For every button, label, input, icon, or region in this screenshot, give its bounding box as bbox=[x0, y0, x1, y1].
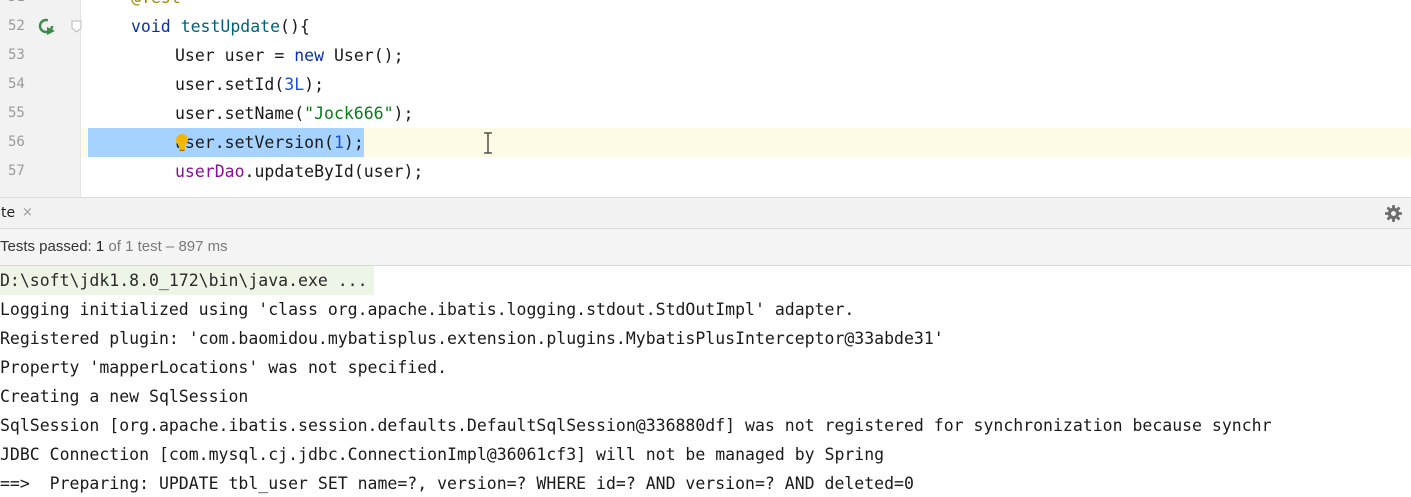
line-number: 55 bbox=[8, 105, 25, 121]
status-rest: of 1 test – 897 ms bbox=[104, 238, 228, 255]
line-number: 56 bbox=[8, 134, 25, 150]
test-status-bar: Tests passed: 1 of 1 test – 897 ms bbox=[0, 229, 1411, 266]
intention-bulb-icon[interactable] bbox=[175, 133, 189, 153]
code-line[interactable]: User user = new User(); bbox=[81, 41, 1411, 70]
code-editor[interactable]: 51 52 53 54 55 56 57 @Test bbox=[0, 0, 1411, 197]
line-number: 51 bbox=[8, 0, 25, 12]
code-text: void testUpdate(){ bbox=[131, 17, 310, 36]
gutter-line: 55 bbox=[0, 99, 80, 128]
console-line: Logging initialized using 'class org.apa… bbox=[0, 300, 855, 319]
code-line-selected[interactable]: user.setVersion(1); bbox=[81, 128, 1411, 157]
gutter-line: 53 bbox=[0, 41, 80, 70]
code-text: User user = new User(); bbox=[175, 46, 404, 65]
console-output[interactable]: D:\soft\jdk1.8.0_172\bin\java.exe ... Lo… bbox=[0, 266, 1411, 497]
code-text: userDao.updateById(user); bbox=[175, 162, 424, 181]
line-number: 53 bbox=[8, 47, 25, 63]
run-tool-window-header: te × bbox=[0, 197, 1411, 229]
selected-code-text: user.setVersion(1); bbox=[88, 128, 364, 157]
run-test-icon[interactable] bbox=[38, 18, 56, 36]
code-line[interactable]: @Test bbox=[81, 0, 1411, 12]
test-status: Tests passed: 1 of 1 test – 897 ms bbox=[0, 229, 228, 264]
close-icon[interactable]: × bbox=[22, 198, 33, 228]
gear-icon[interactable] bbox=[1384, 204, 1403, 223]
code-line[interactable]: void testUpdate(){ bbox=[81, 12, 1411, 41]
gutter-line: 54 bbox=[0, 70, 80, 99]
console-line: ==> Preparing: UPDATE tbl_user SET name=… bbox=[0, 474, 914, 493]
run-tab[interactable]: te bbox=[0, 198, 15, 229]
gutter-line: 57 bbox=[0, 157, 80, 186]
code-line[interactable]: user.setId(3L); bbox=[81, 70, 1411, 99]
line-number: 54 bbox=[8, 76, 25, 92]
status-passed-count: 1 bbox=[95, 238, 105, 255]
code-line[interactable]: userDao.updateById(user); bbox=[81, 157, 1411, 186]
status-prefix: Tests passed: bbox=[0, 238, 96, 255]
line-number: 52 bbox=[8, 18, 25, 34]
console-line-command[interactable]: D:\soft\jdk1.8.0_172\bin\java.exe ... bbox=[0, 266, 374, 295]
console-line: Creating a new SqlSession bbox=[0, 387, 249, 406]
line-number: 57 bbox=[8, 163, 25, 179]
console-line: JDBC Connection [com.mysql.cj.jdbc.Conne… bbox=[0, 445, 885, 464]
console-line: SqlSession [org.apache.ibatis.session.de… bbox=[0, 416, 1272, 435]
editor-gutter[interactable]: 51 52 53 54 55 56 57 bbox=[0, 0, 82, 197]
gutter-line: 56 bbox=[0, 128, 80, 157]
console-line: Registered plugin: 'com.baomidou.mybatis… bbox=[0, 329, 944, 348]
gutter-line: 52 bbox=[0, 12, 82, 41]
text-cursor-icon bbox=[484, 132, 492, 154]
code-text: user.setId(3L); bbox=[175, 75, 325, 94]
code-text: user.setName("Jock666"); bbox=[175, 104, 414, 123]
console-line: Property 'mapperLocations' was not speci… bbox=[0, 358, 448, 377]
code-line[interactable]: user.setName("Jock666"); bbox=[81, 99, 1411, 128]
gutter-line: 51 bbox=[0, 0, 80, 12]
annotation: @Test bbox=[131, 0, 181, 12]
